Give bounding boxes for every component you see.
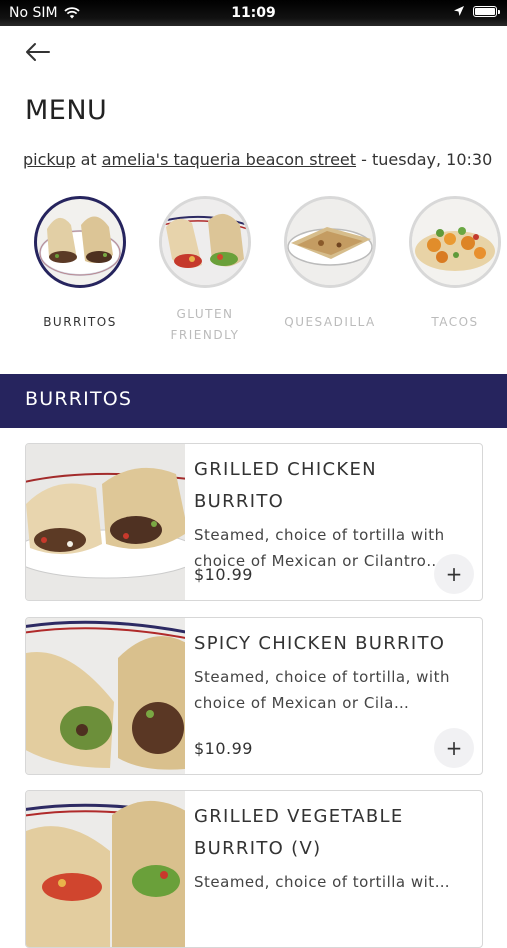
menu-item-name: GRILLED CHICKEN BURRITO xyxy=(194,459,377,512)
order-mode-link[interactable]: pickup xyxy=(23,150,75,169)
menu-item-description: Steamed, choice of tortilla wit… xyxy=(194,873,451,891)
category-gluten-friendly[interactable]: GLUTEN FRIENDLY xyxy=(150,196,260,346)
menu-item-info: GRILLED CHICKEN BURRITO Steamed, choice … xyxy=(194,454,474,574)
menu-item-description: Steamed, choice of tortilla, with choice… xyxy=(194,668,450,712)
category-image xyxy=(34,196,126,288)
status-bar: No SIM 11:09 xyxy=(0,0,507,26)
back-arrow-icon xyxy=(26,43,50,61)
location-link[interactable]: amelia's taqueria beacon street xyxy=(102,150,356,169)
menu-item-info: GRILLED VEGETABLE BURRITO (V) Steamed, c… xyxy=(194,801,474,895)
plus-icon: + xyxy=(445,736,463,760)
category-burritos[interactable]: BURRITOS xyxy=(25,196,135,333)
menu-item-card[interactable]: SPICY CHICKEN BURRITO Steamed, choice of… xyxy=(25,617,483,775)
category-image xyxy=(409,196,501,288)
category-image xyxy=(284,196,376,288)
category-image xyxy=(159,196,251,288)
menu-item-price: $10.99 xyxy=(194,565,253,584)
menu-item-photo xyxy=(26,444,185,600)
menu-item-info: SPICY CHICKEN BURRITO Steamed, choice of… xyxy=(194,628,474,716)
battery-icon xyxy=(473,5,500,17)
order-time-text: - tuesday, 10:30 xyxy=(361,150,493,169)
menu-item-name: GRILLED VEGETABLE BURRITO (V) xyxy=(194,806,404,859)
order-at-text: at xyxy=(80,150,97,169)
menu-item-card[interactable]: GRILLED VEGETABLE BURRITO (V) Steamed, c… xyxy=(25,790,483,948)
status-time: 11:09 xyxy=(231,5,276,21)
category-label: QUESADILLA xyxy=(284,315,376,329)
menu-item-name: SPICY CHICKEN BURRITO xyxy=(194,633,446,654)
order-info: pickup at amelia's taqueria beacon stree… xyxy=(23,150,507,169)
category-label: TACOS xyxy=(431,315,479,329)
category-label: BURRITOS xyxy=(43,315,117,329)
category-tacos[interactable]: TACOS xyxy=(400,196,507,333)
add-item-button[interactable]: + xyxy=(434,728,474,768)
menu-item-card[interactable]: GRILLED CHICKEN BURRITO Steamed, choice … xyxy=(25,443,483,601)
menu-item-photo xyxy=(26,618,185,774)
category-carousel[interactable]: BURRITOS GLUTEN FRIENDLY QUESADILLA TACO… xyxy=(0,196,507,356)
category-quesadilla[interactable]: QUESADILLA xyxy=(275,196,385,333)
page-title: MENU xyxy=(25,95,108,126)
plus-icon: + xyxy=(445,562,463,586)
menu-item-photo xyxy=(26,791,185,947)
location-arrow-icon xyxy=(454,6,464,16)
menu-item-price: $10.99 xyxy=(194,739,253,758)
section-header: BURRITOS xyxy=(0,374,507,428)
back-button[interactable] xyxy=(22,38,54,66)
status-right xyxy=(453,5,500,17)
add-item-button[interactable]: + xyxy=(434,554,474,594)
category-label: GLUTEN FRIENDLY xyxy=(170,307,240,342)
